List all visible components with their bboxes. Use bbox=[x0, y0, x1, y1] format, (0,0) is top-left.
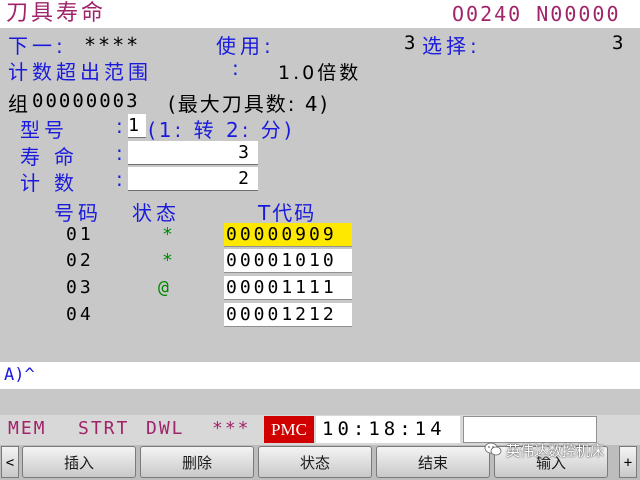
type-field[interactable]: 1 bbox=[128, 114, 146, 138]
input-line[interactable] bbox=[0, 362, 640, 389]
softkey-insert[interactable]: 插入 bbox=[22, 446, 136, 478]
use-value: 3 bbox=[404, 32, 416, 54]
wechat-icon bbox=[484, 442, 502, 456]
mode-status: MEM bbox=[8, 418, 47, 439]
type-hint: (1: 转 2: 分) bbox=[148, 118, 295, 142]
life-colon: : bbox=[116, 141, 127, 165]
type-colon: : bbox=[116, 114, 127, 138]
watermark-text: 英伟达数控机床 bbox=[506, 444, 604, 460]
select-value: 3 bbox=[612, 32, 624, 54]
run-status: STRT bbox=[78, 418, 130, 439]
count-label: 计数 bbox=[20, 171, 88, 195]
select-label: 选择: bbox=[422, 34, 481, 58]
softkey-status[interactable]: 状态 bbox=[258, 446, 372, 478]
status-box bbox=[463, 416, 597, 443]
count-colon: : bbox=[116, 167, 127, 191]
group-label: 组 bbox=[8, 92, 32, 116]
row2-number: 02 bbox=[66, 250, 94, 271]
row2-tcode[interactable]: 00001010 bbox=[224, 249, 352, 273]
row1-tcode[interactable]: 00000909 bbox=[224, 223, 352, 247]
row1-number: 01 bbox=[66, 224, 94, 245]
row2-status: * bbox=[162, 250, 173, 271]
max-tools: (最大刀具数: 4) bbox=[168, 92, 330, 116]
pmc-indicator: PMC bbox=[264, 416, 314, 443]
screen-title: 刀具寿命 bbox=[6, 1, 107, 26]
alarm-status: *** bbox=[212, 418, 251, 439]
type-label: 型号 bbox=[20, 118, 68, 142]
use-label: 使用: bbox=[216, 34, 275, 58]
program-number: O0240 N00000 bbox=[452, 2, 621, 26]
softkey-delete[interactable]: 删除 bbox=[140, 446, 254, 478]
row3-tcode[interactable]: 00001111 bbox=[224, 276, 352, 300]
header-number: 号码 bbox=[54, 201, 102, 225]
overflow-colon: : bbox=[232, 56, 243, 80]
row4-tcode[interactable]: 00001212 bbox=[224, 303, 352, 327]
message-area bbox=[0, 389, 640, 415]
softkey-left-arrow[interactable]: < bbox=[1, 446, 19, 478]
count-field[interactable]: 2 bbox=[128, 167, 258, 191]
clock: 10:18:14 bbox=[316, 416, 460, 443]
header-tcode: T代码 bbox=[258, 201, 317, 225]
header-status: 状态 bbox=[132, 201, 180, 225]
softkey-right-arrow[interactable]: + bbox=[619, 446, 637, 478]
row1-status: * bbox=[162, 224, 173, 245]
life-label: 寿命 bbox=[20, 145, 88, 169]
row4-number: 04 bbox=[66, 304, 94, 325]
next-label: 下一: bbox=[8, 34, 67, 58]
row3-number: 03 bbox=[66, 277, 94, 298]
life-field[interactable]: 3 bbox=[128, 141, 258, 165]
motion-status: DWL bbox=[146, 418, 185, 439]
row3-status: @ bbox=[158, 277, 169, 298]
group-number: 00000003 bbox=[32, 90, 140, 112]
softkey-end[interactable]: 结束 bbox=[376, 446, 490, 478]
next-value: **** bbox=[84, 33, 141, 57]
overflow-value: 1.0倍数 bbox=[278, 62, 362, 84]
input-prompt: A)^ bbox=[4, 365, 35, 385]
overflow-label: 计数超出范围 bbox=[8, 60, 152, 84]
